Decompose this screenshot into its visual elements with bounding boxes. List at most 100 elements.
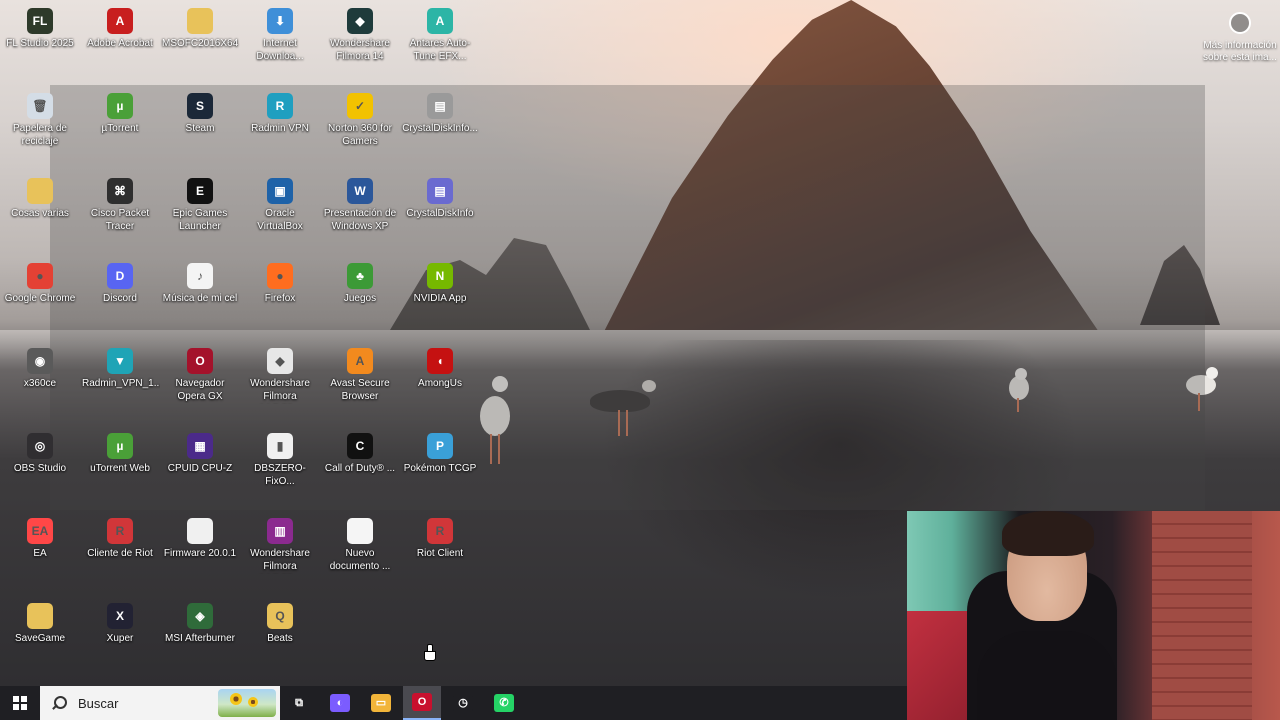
taskbar-search[interactable]: [40, 686, 280, 720]
xuper-icon: X: [107, 603, 133, 629]
desktop-icon-label: Navegador Opera GX: [175, 378, 225, 402]
desktop-icon-label: Oracle VirtualBox: [257, 208, 303, 232]
desktop-icon[interactable]: Q Beats: [240, 603, 320, 683]
winrar-icon: ▥: [267, 518, 293, 544]
recycle-bin-icon: 🗑: [27, 93, 53, 119]
mouse-cursor-hand-icon: [424, 644, 436, 661]
riot-client-icon: R: [107, 518, 133, 544]
desktop-icon[interactable]: ✓ Norton 360 for Gamers: [320, 93, 400, 173]
desktop-icon[interactable]: Cosas varias: [0, 178, 80, 258]
among-us-icon: ◖: [427, 348, 453, 374]
desktop-icon[interactable]: A Adobe Acrobat: [80, 8, 160, 88]
folder-icon: [187, 8, 213, 34]
opera-gx-icon: O: [412, 693, 432, 711]
desktop-icon[interactable]: R Cliente de Riot: [80, 518, 160, 598]
desktop-icon-label: Presentación de Windows XP: [323, 208, 397, 232]
taskbar: ⧉ ◐ ▭ O ◷ ✆: [0, 686, 907, 720]
avast-browser-icon: A: [347, 348, 373, 374]
desktop-icon[interactable]: ▦ CPUID CPU-Z: [160, 433, 240, 513]
desktop-icon-label: EA: [33, 548, 47, 559]
desktop-icon-label: Epic Games Launcher: [172, 208, 228, 232]
desktop-icon[interactable]: ◎ OBS Studio: [0, 433, 80, 513]
more-info-button[interactable]: Más información sobre esta ima...: [1198, 12, 1280, 72]
taskbar-app-button[interactable]: ◐: [321, 686, 359, 720]
search-input[interactable]: [76, 694, 210, 712]
globe-download-icon: ⬇: [267, 8, 293, 34]
taskbar-app-button[interactable]: ⧉: [280, 686, 318, 720]
desktop-icon[interactable]: ⬇ Internet Downloa...: [240, 8, 320, 88]
desktop-icon[interactable]: SaveGame: [0, 603, 80, 683]
desktop-icon[interactable]: ◆ Wondershare Filmora 14: [320, 8, 400, 88]
file-blank-icon: [187, 518, 213, 544]
desktop-icon[interactable]: ▼ Radmin_VPN_1...: [80, 348, 160, 428]
chrome-icon: ●: [27, 263, 53, 289]
desktop-icon[interactable]: ♪ Música de mi cel: [160, 263, 240, 343]
desktop-icon-label: Nuevo documento ...: [329, 548, 391, 572]
pdf-icon: A: [107, 8, 133, 34]
desktop-icon-label: Antares Auto-Tune EFX...: [409, 38, 471, 62]
desktop-icon[interactable]: O Navegador Opera GX: [160, 348, 240, 428]
desktop-icon[interactable]: ▮ DBSZERO-FixO...: [240, 433, 320, 513]
ea-icon: EA: [27, 518, 53, 544]
desktop-icon-label: Pokémon TCGP: [403, 463, 477, 474]
desktop-icon[interactable]: 🗑 Papelera de reciclaje: [0, 93, 80, 173]
desktop-icon[interactable]: ⌘ Cisco Packet Tracer: [80, 178, 160, 258]
desktop-icon[interactable]: MSOFC2016X64: [160, 8, 240, 88]
antares-icon: A: [427, 8, 453, 34]
desktop-icon[interactable]: A Avast Secure Browser: [320, 348, 400, 428]
desktop-icon[interactable]: A Antares Auto-Tune EFX...: [400, 8, 480, 88]
folder-icon: [27, 603, 53, 629]
desktop-icon[interactable]: ◉ x360ce: [0, 348, 80, 428]
radmin-installer-icon: ▼: [107, 348, 133, 374]
desktop-icon[interactable]: ◖ AmongUs: [400, 348, 480, 428]
desktop-icon-label: µTorrent: [101, 123, 139, 134]
desktop-icon[interactable]: P Pokémon TCGP: [400, 433, 480, 513]
taskbar-app-button[interactable]: ✆: [485, 686, 523, 720]
taskbar-app-button[interactable]: O: [403, 686, 441, 720]
desktop-icon[interactable]: Nuevo documento ...: [320, 518, 400, 598]
search-highlight-sunflower-image[interactable]: [218, 689, 276, 717]
folder-music-icon: ♪: [187, 263, 213, 289]
desktop-icon[interactable]: X Xuper: [80, 603, 160, 683]
desktop-icon[interactable]: R Radmin VPN: [240, 93, 320, 173]
desktop-icon[interactable]: FL FL Studio 2025: [0, 8, 80, 88]
desktop-icon[interactable]: N NVIDIA App: [400, 263, 480, 343]
desktop-icon-label: MSI Afterburner: [164, 633, 236, 644]
desktop-icon-label: Steam: [185, 123, 215, 134]
taskbar-app-button[interactable]: ◷: [444, 686, 482, 720]
desktop-icon-label: Call of Duty® ...: [324, 463, 396, 474]
opera-gx-icon: O: [187, 348, 213, 374]
desktop-icon[interactable]: µ uTorrent Web: [80, 433, 160, 513]
desktop-icon[interactable]: R Riot Client: [400, 518, 480, 598]
start-button[interactable]: [0, 686, 40, 720]
file-icon: ▮: [267, 433, 293, 459]
desktop-icon[interactable]: S Steam: [160, 93, 240, 173]
desktop-icon-label: Juegos: [343, 293, 377, 304]
desktop-icon[interactable]: ● Firefox: [240, 263, 320, 343]
taskbar-app-button[interactable]: ▭: [362, 686, 400, 720]
desktop-icon[interactable]: ◈ MSI Afterburner: [160, 603, 240, 683]
desktop-icon[interactable]: ● Google Chrome: [0, 263, 80, 343]
desktop-icon-label: Firefox: [264, 293, 296, 304]
file-explorer-icon: ▭: [371, 694, 391, 712]
desktop-icon[interactable]: ▤ CrystalDiskInfo: [400, 178, 480, 258]
desktop-icon[interactable]: C Call of Duty® ...: [320, 433, 400, 513]
desktop-icon[interactable]: Firmware 20.0.1: [160, 518, 240, 598]
desktop-icon[interactable]: E Epic Games Launcher: [160, 178, 240, 258]
riot-client-icon: R: [427, 518, 453, 544]
desktop-icon[interactable]: µ µTorrent: [80, 93, 160, 173]
webcam-person-shirt: [977, 631, 1117, 720]
desktop-icon[interactable]: W Presentación de Windows XP: [320, 178, 400, 258]
desktop-icon-label: Beats: [267, 633, 293, 644]
desktop-icon[interactable]: ▤ CrystalDiskInfo...: [400, 93, 480, 173]
desktop-icon[interactable]: ♣ Juegos: [320, 263, 400, 343]
desktop-icon[interactable]: ▣ Oracle VirtualBox: [240, 178, 320, 258]
desktop-icon[interactable]: ◆ Wondershare Filmora 14.5.20...: [240, 348, 320, 428]
desktop-icon-label: Riot Client: [416, 548, 464, 559]
desktop-icon-label: x360ce: [23, 378, 57, 389]
desktop-icon[interactable]: D Discord: [80, 263, 160, 343]
desktop-icon-label: Xuper: [106, 633, 134, 644]
desktop-icon[interactable]: EA EA: [0, 518, 80, 598]
desktop-icon[interactable]: ▥ Wondershare Filmora 14.5.20...: [240, 518, 320, 598]
discord-icon: D: [107, 263, 133, 289]
